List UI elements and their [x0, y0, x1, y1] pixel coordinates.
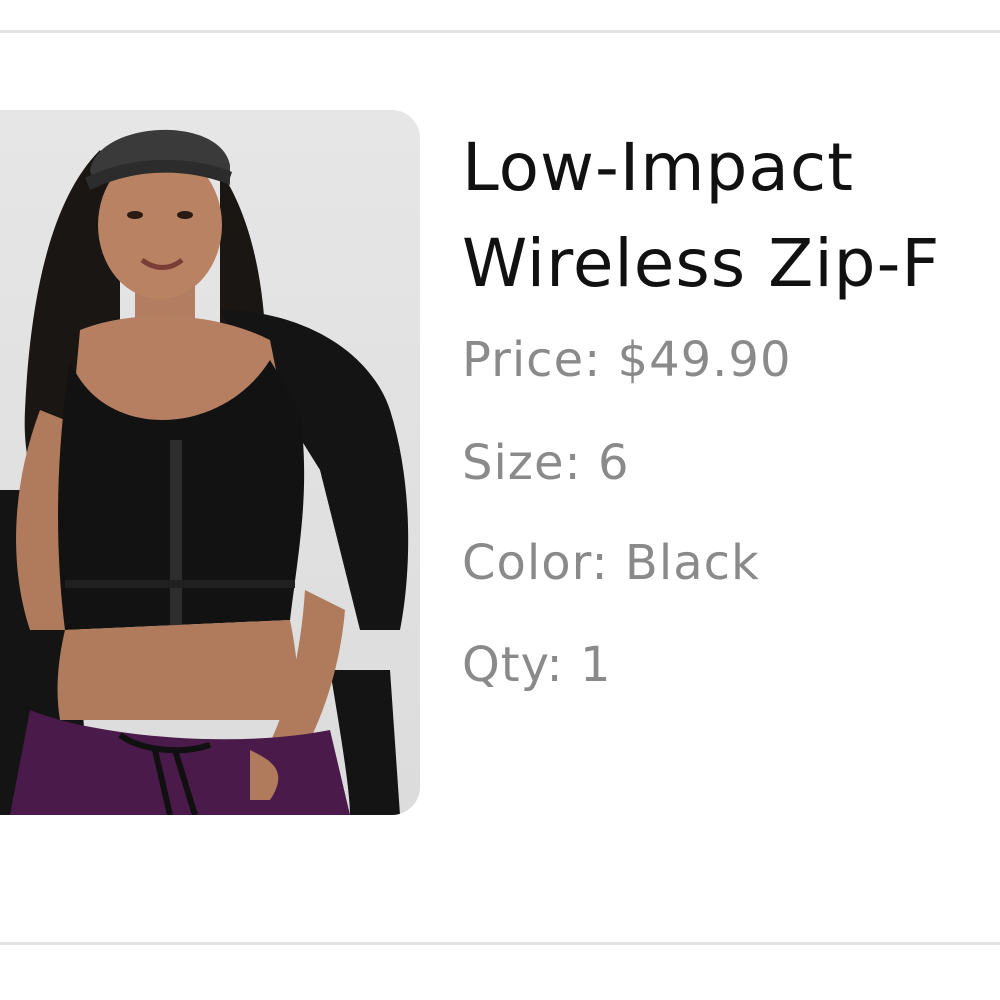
color-row: Color: Black: [462, 535, 760, 591]
size-row: Size: 6: [462, 435, 630, 491]
qty-row: Qty: 1: [462, 637, 612, 693]
color-value: Black: [624, 535, 760, 591]
price-value: $49.90: [617, 332, 792, 388]
color-label: Color:: [462, 535, 609, 591]
qty-value: 1: [579, 637, 612, 693]
qty-label: Qty:: [462, 637, 564, 693]
product-title[interactable]: Low-Impact Wireless Zip-F: [462, 120, 940, 312]
product-photo: [0, 129, 409, 815]
price-row: Price: $49.90: [462, 332, 791, 388]
size-value: 6: [597, 435, 630, 491]
product-details: Low-Impact Wireless Zip-F Price: $49.90 …: [462, 0, 1000, 1000]
bottom-divider: [0, 942, 1000, 945]
title-line-2: Wireless Zip-F: [462, 225, 941, 302]
product-image[interactable]: [0, 110, 420, 815]
size-label: Size:: [462, 435, 582, 491]
price-label: Price:: [462, 332, 602, 388]
title-line-1: Low-Impact: [462, 129, 855, 206]
